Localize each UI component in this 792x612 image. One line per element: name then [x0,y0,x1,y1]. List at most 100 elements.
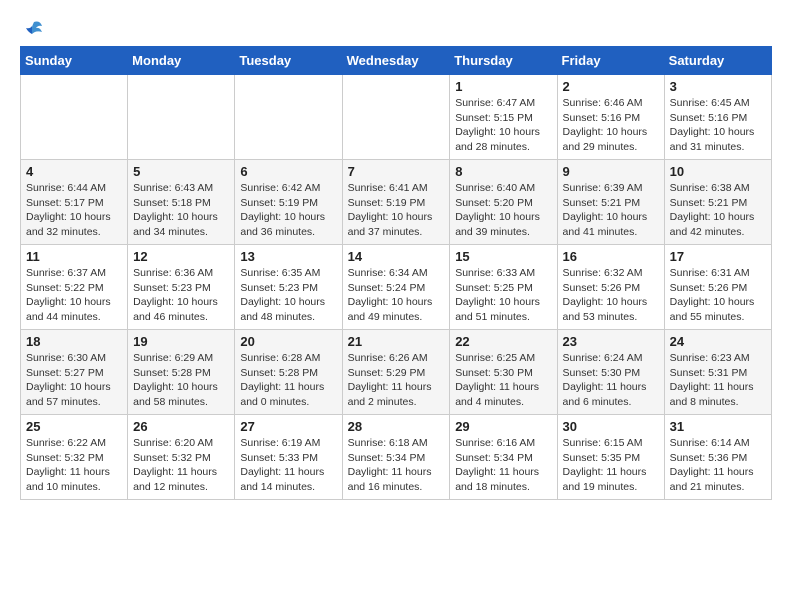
calendar-cell: 22Sunrise: 6:25 AMSunset: 5:30 PMDayligh… [450,330,557,415]
calendar-cell: 12Sunrise: 6:36 AMSunset: 5:23 PMDayligh… [128,245,235,330]
calendar-header-thursday: Thursday [450,47,557,75]
calendar-header-sunday: Sunday [21,47,128,75]
day-info: Sunrise: 6:18 AMSunset: 5:34 PMDaylight:… [348,436,445,495]
day-number: 11 [26,249,122,264]
calendar-cell: 13 Sunrise: 6:35 AMSunset: 5:23 PMDayligh… [235,245,342,330]
day-info: Sunrise: 6:42 AMSunset: 5:19 PMDaylight:… [240,181,336,240]
day-info: Sunrise: 6:37 AMSunset: 5:22 PMDaylight:… [26,266,122,325]
day-number: 23 [563,334,659,349]
calendar-header-friday: Friday [557,47,664,75]
day-info: Sunrise: 6:33 AMSunset: 5:25 PMDaylight:… [455,266,551,325]
calendar-cell: 2 Sunrise: 6:46 AMSunset: 5:16 PMDaylight… [557,75,664,160]
calendar-cell: 14 Sunrise: 6:34 AMSunset: 5:24 PMDayligh… [342,245,450,330]
calendar-cell: 30 Sunrise: 6:15 AMSunset: 5:35 PMDayligh… [557,415,664,500]
day-number: 29 [455,419,551,434]
calendar-week-row: 1 Sunrise: 6:47 AMSunset: 5:15 PMDaylight… [21,75,772,160]
calendar-cell [21,75,128,160]
calendar-cell: 7 Sunrise: 6:41 AMSunset: 5:19 PMDaylight… [342,160,450,245]
logo-bird-icon [22,20,44,40]
day-info: Sunrise: 6:30 AMSunset: 5:27 PMDaylight:… [26,351,122,410]
day-info: Sunrise: 6:40 AMSunset: 5:20 PMDaylight:… [455,181,551,240]
day-number: 20 [240,334,336,349]
day-number: 14 [348,249,445,264]
calendar-week-row: 25 Sunrise: 6:22 AMSunset: 5:32 PMDayligh… [21,415,772,500]
calendar-week-row: 4Sunrise: 6:44 AMSunset: 5:17 PMDaylight… [21,160,772,245]
day-number: 2 [563,79,659,94]
calendar-cell: 28 Sunrise: 6:18 AMSunset: 5:34 PMDayligh… [342,415,450,500]
calendar-cell: 10 Sunrise: 6:38 AMSunset: 5:21 PMDayligh… [664,160,771,245]
calendar-cell: 9 Sunrise: 6:39 AMSunset: 5:21 PMDaylight… [557,160,664,245]
day-number: 28 [348,419,445,434]
day-info: Sunrise: 6:31 AMSunset: 5:26 PMDaylight:… [670,266,766,325]
day-info: Sunrise: 6:20 AMSunset: 5:32 PMDaylight:… [133,436,229,495]
calendar-cell: 26 Sunrise: 6:20 AMSunset: 5:32 PMDayligh… [128,415,235,500]
calendar-cell: 17 Sunrise: 6:31 AMSunset: 5:26 PMDayligh… [664,245,771,330]
day-info: Sunrise: 6:41 AMSunset: 5:19 PMDaylight:… [348,181,445,240]
day-number: 26 [133,419,229,434]
day-number: 15 [455,249,551,264]
calendar-header-saturday: Saturday [664,47,771,75]
calendar-week-row: 18 Sunrise: 6:30 AMSunset: 5:27 PMDayligh… [21,330,772,415]
calendar-week-row: 11 Sunrise: 6:37 AMSunset: 5:22 PMDayligh… [21,245,772,330]
day-info: Sunrise: 6:22 AMSunset: 5:32 PMDaylight:… [26,436,122,495]
day-number: 5 [133,164,229,179]
day-info: Sunrise: 6:38 AMSunset: 5:21 PMDaylight:… [670,181,766,240]
day-number: 27 [240,419,336,434]
day-info: Sunrise: 6:28 AMSunset: 5:28 PMDaylight:… [240,351,336,410]
day-number: 16 [563,249,659,264]
day-number: 17 [670,249,766,264]
day-info: Sunrise: 6:14 AMSunset: 5:36 PMDaylight:… [670,436,766,495]
calendar-cell: 20 Sunrise: 6:28 AMSunset: 5:28 PMDayligh… [235,330,342,415]
day-number: 6 [240,164,336,179]
day-number: 8 [455,164,551,179]
day-info: Sunrise: 6:19 AMSunset: 5:33 PMDaylight:… [240,436,336,495]
calendar-cell: 1 Sunrise: 6:47 AMSunset: 5:15 PMDaylight… [450,75,557,160]
page-header [20,20,772,36]
day-number: 7 [348,164,445,179]
day-number: 18 [26,334,122,349]
day-number: 13 [240,249,336,264]
calendar-cell: 11 Sunrise: 6:37 AMSunset: 5:22 PMDayligh… [21,245,128,330]
day-number: 9 [563,164,659,179]
day-info: Sunrise: 6:32 AMSunset: 5:26 PMDaylight:… [563,266,659,325]
day-number: 19 [133,334,229,349]
day-number: 12 [133,249,229,264]
calendar-cell: 31 Sunrise: 6:14 AMSunset: 5:36 PMDayligh… [664,415,771,500]
calendar-cell [342,75,450,160]
calendar-cell: 21 Sunrise: 6:26 AMSunset: 5:29 PMDayligh… [342,330,450,415]
logo [20,20,44,36]
calendar-table: SundayMondayTuesdayWednesdayThursdayFrid… [20,46,772,500]
day-number: 25 [26,419,122,434]
day-number: 24 [670,334,766,349]
calendar-cell: 29Sunrise: 6:16 AMSunset: 5:34 PMDayligh… [450,415,557,500]
calendar-cell: 6 Sunrise: 6:42 AMSunset: 5:19 PMDaylight… [235,160,342,245]
day-info: Sunrise: 6:46 AMSunset: 5:16 PMDaylight:… [563,96,659,155]
calendar-cell: 8 Sunrise: 6:40 AMSunset: 5:20 PMDaylight… [450,160,557,245]
day-info: Sunrise: 6:47 AMSunset: 5:15 PMDaylight:… [455,96,551,155]
day-info: Sunrise: 6:15 AMSunset: 5:35 PMDaylight:… [563,436,659,495]
day-info: Sunrise: 6:39 AMSunset: 5:21 PMDaylight:… [563,181,659,240]
calendar-header-tuesday: Tuesday [235,47,342,75]
day-number: 21 [348,334,445,349]
day-info: Sunrise: 6:29 AMSunset: 5:28 PMDaylight:… [133,351,229,410]
day-number: 1 [455,79,551,94]
calendar-cell: 27 Sunrise: 6:19 AMSunset: 5:33 PMDayligh… [235,415,342,500]
calendar-cell: 15 Sunrise: 6:33 AMSunset: 5:25 PMDayligh… [450,245,557,330]
day-info: Sunrise: 6:43 AMSunset: 5:18 PMDaylight:… [133,181,229,240]
day-number: 10 [670,164,766,179]
day-info: Sunrise: 6:26 AMSunset: 5:29 PMDaylight:… [348,351,445,410]
day-number: 30 [563,419,659,434]
day-info: Sunrise: 6:34 AMSunset: 5:24 PMDaylight:… [348,266,445,325]
calendar-cell [128,75,235,160]
calendar-header-row: SundayMondayTuesdayWednesdayThursdayFrid… [21,47,772,75]
calendar-cell: 3Sunrise: 6:45 AMSunset: 5:16 PMDaylight… [664,75,771,160]
calendar-header-wednesday: Wednesday [342,47,450,75]
day-number: 31 [670,419,766,434]
calendar-cell: 18 Sunrise: 6:30 AMSunset: 5:27 PMDayligh… [21,330,128,415]
day-info: Sunrise: 6:45 AMSunset: 5:16 PMDaylight:… [670,96,766,155]
day-info: Sunrise: 6:44 AMSunset: 5:17 PMDaylight:… [26,181,122,240]
day-info: Sunrise: 6:24 AMSunset: 5:30 PMDaylight:… [563,351,659,410]
day-info: Sunrise: 6:23 AMSunset: 5:31 PMDaylight:… [670,351,766,410]
day-info: Sunrise: 6:35 AMSunset: 5:23 PMDaylight:… [240,266,336,325]
calendar-cell: 5 Sunrise: 6:43 AMSunset: 5:18 PMDaylight… [128,160,235,245]
